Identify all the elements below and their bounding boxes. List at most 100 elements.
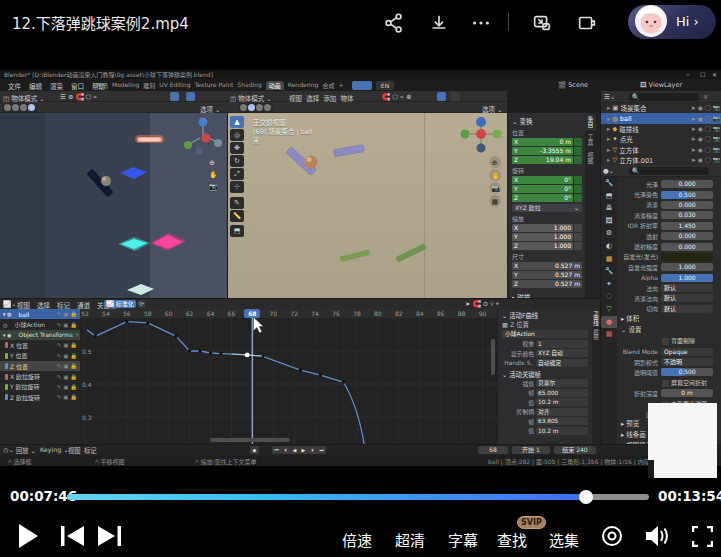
- material-property-row[interactable]: 清漆糙度 0.030: [617, 210, 721, 220]
- keyframe-row[interactable]: 值10.2 m: [502, 426, 588, 436]
- fcurve-action-field[interactable]: 小球Action: [502, 330, 588, 338]
- workspace-tab[interactable]: 布局: [96, 81, 108, 90]
- search-button[interactable]: 查找: [497, 529, 527, 550]
- material-property-row[interactable]: 透射糙度 0.000: [617, 241, 721, 251]
- current-frame-field[interactable]: 68: [478, 446, 508, 454]
- share-icon[interactable]: [383, 12, 405, 34]
- menu-item[interactable]: 渲染: [50, 81, 63, 91]
- dimension-row[interactable]: Z0.527 m: [512, 280, 582, 288]
- material-property-row[interactable]: 光泽染色 0.500: [617, 189, 721, 199]
- active-fcurve-panel[interactable]: ⌄ 活动F曲线: [502, 311, 588, 320]
- theater-mode-icon[interactable]: [576, 12, 598, 34]
- material-property-row[interactable]: 透射 0.000: [617, 231, 721, 241]
- material-property-row[interactable]: Alpha 1.000: [617, 273, 721, 283]
- keyframe-row[interactable]: 控制柄对齐: [502, 407, 588, 417]
- outliner-search[interactable]: 🔍: [629, 93, 699, 101]
- scale-row[interactable]: X1.000: [512, 224, 582, 232]
- channel-row[interactable]: X 欧拉旋转 ✎ ▣ 🔒: [0, 371, 80, 381]
- visibility-icons[interactable]: ➤ ◉ 🖵 📷: [691, 146, 721, 154]
- prev-key-icon[interactable]: ⏴: [281, 446, 290, 454]
- fcurve-row[interactable]: Handle S..自动锁定: [502, 358, 588, 368]
- keying-menu[interactable]: Keying ⌄: [40, 446, 68, 453]
- quality-button[interactable]: 超清: [395, 529, 425, 550]
- material-property-row[interactable]: 清漆法向 默认: [617, 293, 721, 303]
- outliner-item[interactable]: ▸◍ ball ➤ ◉ 🖵 📷: [601, 113, 721, 123]
- next-episode-button[interactable]: [98, 526, 122, 546]
- jump-end-icon[interactable]: ⏭: [317, 446, 326, 454]
- visibility-icons[interactable]: ➤ ◉ 🖵 📷: [691, 104, 721, 112]
- workspace-tab[interactable]: 动画: [266, 81, 284, 90]
- properties-tab[interactable]: 🖼: [601, 215, 617, 228]
- vp-mid-toggle2[interactable]: [451, 92, 460, 101]
- h-scrollbar[interactable]: [210, 438, 290, 442]
- material-property-row[interactable]: 光泽 0.000: [617, 179, 721, 189]
- keyframe-row[interactable]: 帧65.000: [502, 388, 588, 398]
- graph-ruler[interactable]: 5254565860626466687072747678808284868890: [80, 309, 497, 318]
- properties-tab[interactable]: ⬒: [601, 190, 617, 203]
- progress-handle[interactable]: [579, 490, 593, 504]
- maximize-icon[interactable]: ☐: [700, 70, 705, 79]
- vp-left-toggle1[interactable]: [170, 92, 179, 101]
- rotation-row[interactable]: Z0°: [512, 194, 582, 202]
- channel-row[interactable]: Z 位置 ✎ ▣ 🔒: [0, 361, 80, 371]
- menu-item[interactable]: 编辑: [29, 81, 42, 91]
- speed-button[interactable]: 倍速: [342, 529, 372, 550]
- settings-row[interactable]: 屏幕空间折射: [617, 378, 721, 388]
- properties-tab[interactable]: 🔧: [601, 177, 617, 190]
- avatar[interactable]: [630, 1, 672, 43]
- close-icon[interactable]: ✕: [712, 70, 717, 79]
- play-back-icon[interactable]: ◀: [290, 446, 299, 454]
- channel-row[interactable]: ▾ ◍ ball ✎ ▣ 🔒: [0, 309, 80, 319]
- workspace-tab[interactable]: UV Editing: [159, 81, 190, 90]
- play-fwd-icon[interactable]: ▶: [299, 446, 308, 454]
- settings-section[interactable]: ⌄ 设置: [617, 325, 721, 336]
- workspace-tab[interactable]: Rendering: [288, 81, 319, 90]
- workspace-tab[interactable]: Texture Paint: [195, 81, 234, 90]
- properties-tab[interactable]: ◐: [601, 240, 617, 253]
- graph-header-icons[interactable]: ➤ 🧲 ⊙ ▿ ⌖: [465, 300, 499, 308]
- vp-left-shading[interactable]: [2, 103, 37, 112]
- properties-tab[interactable]: ◌: [601, 290, 617, 303]
- vp-mid-shading[interactable]: [238, 103, 273, 112]
- material-property-row[interactable]: 清漆 0.000: [617, 200, 721, 210]
- properties-tab[interactable]: ▩: [601, 328, 617, 341]
- episodes-button[interactable]: 选集: [549, 529, 579, 550]
- record-icon[interactable]: [601, 525, 623, 547]
- material-property-row[interactable]: 自发光(发光): [617, 252, 721, 262]
- scene-selector[interactable]: 🎬 Scene: [558, 81, 588, 89]
- fullscreen-icon[interactable]: [692, 526, 713, 547]
- settings-row[interactable]: Blend Mode Opaque: [617, 346, 721, 356]
- outliner-item[interactable]: ▸▣ 场景集合 ➤ ◉ 🖵 📷: [601, 103, 721, 113]
- properties-tab[interactable]: ▦: [601, 253, 617, 266]
- timeline-editor-icon[interactable]: ◷⌄: [3, 446, 14, 453]
- channel-row[interactable]: ◷ 小球Action ✎ ▣ 🔒: [0, 319, 80, 329]
- jump-keyframe-icon[interactable]: ◆: [250, 446, 259, 454]
- dimension-row[interactable]: Y0.527 m: [512, 271, 582, 279]
- keyframe-row[interactable]: 插值贝塞尔: [502, 379, 588, 389]
- frame-start-field[interactable]: 开始 1: [512, 446, 550, 454]
- scale-row[interactable]: Y1.000: [512, 233, 582, 241]
- graph-sidebar-tab[interactable]: F曲线: [592, 309, 600, 327]
- vp-left-icons[interactable]: ☰ ⊕ 🧲 ⬡ ⌁: [60, 93, 97, 101]
- menu-item[interactable]: 文件: [8, 81, 21, 91]
- workspace-tab[interactable]: +: [338, 81, 343, 90]
- workspace-tab[interactable]: Modeling: [112, 81, 139, 90]
- playback-menu[interactable]: 回放 ⌄: [16, 446, 36, 455]
- outliner-item[interactable]: ▸◆ 碰撞线 ➤ ◉ 🖵 📷: [601, 124, 721, 134]
- properties-tab[interactable]: 🔧: [601, 265, 617, 278]
- rotation-row[interactable]: Y0°: [512, 185, 582, 193]
- refresh-icon[interactable]: ⟳: [137, 300, 146, 308]
- properties-tab[interactable]: ▽: [601, 303, 617, 316]
- view-menu[interactable]: 视图: [68, 446, 81, 455]
- v-scrollbar[interactable]: [491, 339, 495, 375]
- keyframe-row[interactable]: 帧63.805: [502, 417, 588, 427]
- picture-in-picture-icon[interactable]: [531, 12, 553, 34]
- scale-row[interactable]: Z1.000: [512, 242, 582, 250]
- download-icon[interactable]: [428, 12, 450, 34]
- visibility-icons[interactable]: ➤ ◉ 🖵 📷: [691, 115, 721, 123]
- graph-area[interactable]: 5254565860626466687072747678808284868890…: [80, 309, 497, 444]
- markers-menu[interactable]: 标记: [84, 446, 97, 455]
- vp-mid-toggle1[interactable]: [437, 92, 446, 101]
- keyframe-row[interactable]: 值10.2 m: [502, 398, 588, 408]
- settings-row[interactable]: 折射深度 0 m: [617, 388, 721, 398]
